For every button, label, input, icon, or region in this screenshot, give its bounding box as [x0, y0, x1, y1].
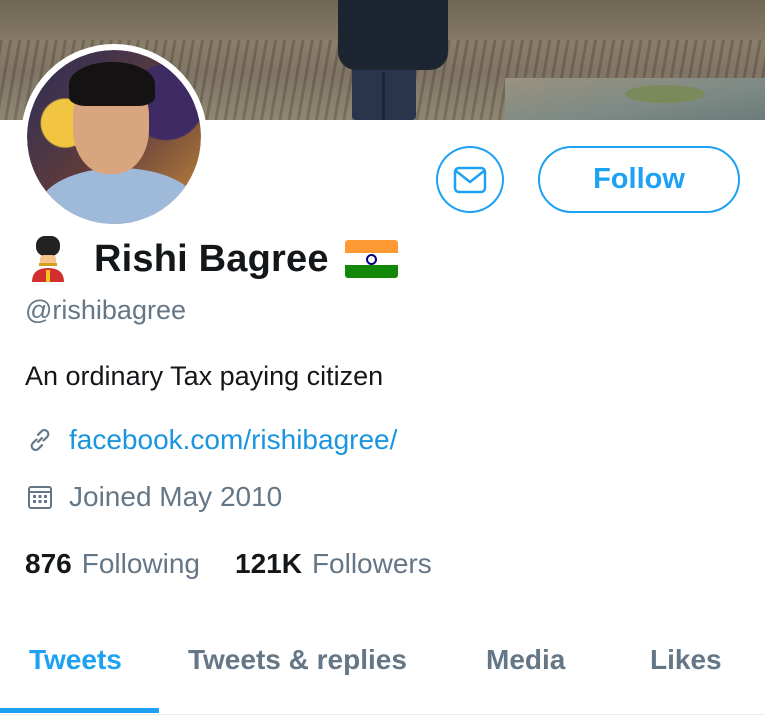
followers-label: Followers — [311, 548, 432, 579]
display-name: Rishi Bagree — [94, 237, 329, 280]
banner-person-body — [338, 0, 448, 70]
profile-handle: @rishibagree — [25, 295, 186, 325]
banner-bush — [625, 85, 705, 103]
follow-button[interactable]: Follow — [538, 146, 740, 213]
joined-row: Joined May 2010 — [25, 481, 282, 513]
guardsman-emoji — [32, 236, 64, 282]
india-flag-emoji — [344, 240, 398, 278]
display-name-row: Rishi Bagree — [24, 234, 398, 284]
profile-avatar[interactable] — [21, 44, 207, 230]
following-count: 876 — [25, 548, 72, 579]
active-tab-indicator — [0, 708, 159, 713]
tabs-divider — [0, 714, 765, 715]
calendar-icon — [25, 482, 55, 512]
envelope-icon — [453, 166, 487, 193]
followers-stat[interactable]: 121K Followers — [235, 548, 432, 580]
profile-link[interactable]: facebook.com/rishibagree/ — [69, 424, 397, 456]
tab-likes[interactable]: Likes — [650, 644, 722, 676]
profile-tabs: Tweets Tweets & replies Media Likes — [0, 628, 765, 714]
profile-stats: 876 Following 121K Followers — [25, 548, 467, 580]
banner-person-legs — [352, 62, 416, 120]
message-button[interactable] — [436, 146, 504, 213]
tab-tweets-and-replies[interactable]: Tweets & replies — [188, 644, 407, 676]
link-icon — [25, 425, 55, 455]
profile-bio: An ordinary Tax paying citizen — [25, 361, 384, 391]
profile-link-row[interactable]: facebook.com/rishibagree/ — [25, 424, 397, 456]
tab-tweets[interactable]: Tweets — [29, 644, 122, 676]
following-stat[interactable]: 876 Following — [25, 548, 200, 580]
followers-count: 121K — [235, 548, 302, 579]
avatar-hair — [69, 62, 155, 106]
following-label: Following — [81, 548, 200, 579]
joined-date: Joined May 2010 — [69, 481, 283, 512]
tab-media[interactable]: Media — [486, 644, 565, 676]
